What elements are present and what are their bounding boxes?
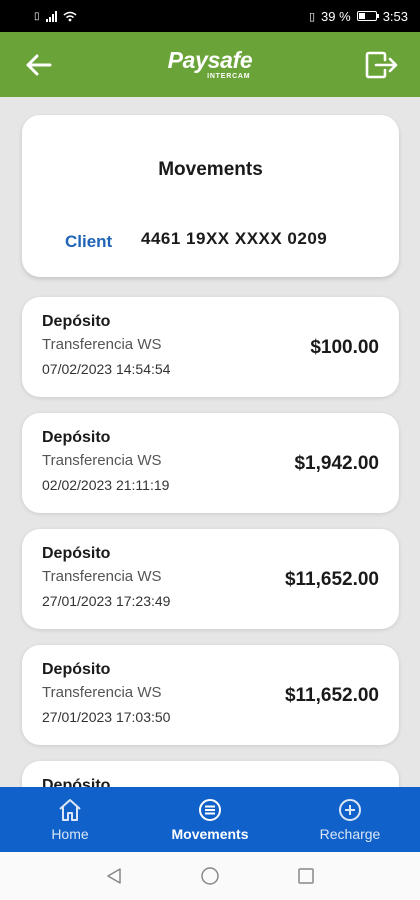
arrow-left-icon <box>26 54 52 75</box>
wifi-icon <box>63 11 76 21</box>
status-bar: ▯ ▯ 39 % 3:53 <box>0 0 420 32</box>
movement-description: Transferencia WS <box>42 336 162 353</box>
status-icons-right: ▯ 39 % 3:53 <box>309 9 408 24</box>
nav-home[interactable]: Home <box>0 787 140 852</box>
nav-movements-label: Movements <box>171 825 249 842</box>
status-icons-left: ▯ <box>34 10 77 22</box>
system-back-button[interactable] <box>101 863 127 889</box>
logo-text: Paysafe <box>167 47 253 73</box>
movements-content[interactable]: Movements Client 4461 19XX XXXX 0209 Dep… <box>0 97 420 787</box>
movement-item[interactable]: Depósito Transferencia WS 02/02/2023 21:… <box>22 413 399 513</box>
movement-item[interactable]: Depósito Transferencia WS 27/01/2023 17:… <box>22 645 399 745</box>
movement-date: 07/02/2023 14:54:54 <box>42 361 171 377</box>
back-button[interactable] <box>18 45 58 85</box>
nav-home-label: Home <box>51 825 89 842</box>
logout-icon <box>365 51 398 78</box>
list-circle-icon <box>199 798 221 821</box>
movement-item[interactable]: Depósito Transferencia WS 27/01/2023 17:… <box>22 529 399 629</box>
clock: 3:53 <box>382 8 408 24</box>
nav-movements[interactable]: Movements <box>140 787 280 852</box>
nav-recharge-label: Recharge <box>319 825 381 842</box>
system-home-button[interactable] <box>197 863 223 889</box>
system-nav-bar <box>0 852 420 900</box>
movement-type: Depósito <box>42 429 111 446</box>
movement-description: Transferencia WS <box>42 684 162 701</box>
plus-circle-icon <box>339 798 361 821</box>
movement-description: Transferencia WS <box>42 452 162 469</box>
battery-icon <box>356 11 379 21</box>
bottom-nav: Home Movements Recharge <box>0 787 420 852</box>
paysafe-logo: Paysafe INTERCAM <box>167 47 253 81</box>
battery-percent: 39 % <box>321 8 351 24</box>
square-recents-icon <box>298 868 314 884</box>
signal-icon <box>45 10 57 22</box>
page-title: Movements <box>158 159 263 180</box>
sim-icon: ▯ <box>34 10 40 22</box>
movement-item[interactable]: Depósito <box>22 761 399 787</box>
movement-type: Depósito <box>42 545 111 562</box>
circle-home-icon <box>201 867 219 885</box>
movement-date: 27/01/2023 17:23:49 <box>42 593 171 609</box>
vibrate-icon: ▯ <box>308 10 316 23</box>
movement-amount: $1,942.00 <box>294 453 379 474</box>
logout-button[interactable] <box>362 45 402 85</box>
system-recents-button[interactable] <box>293 863 319 889</box>
movement-description: Transferencia WS <box>42 568 162 585</box>
movement-type: Depósito <box>42 313 111 330</box>
app-header: Paysafe INTERCAM <box>0 32 420 97</box>
client-label: Client <box>65 232 113 251</box>
home-icon <box>59 798 81 821</box>
movement-item[interactable]: Depósito Transferencia WS 07/02/2023 14:… <box>22 297 399 397</box>
card-number: 4461 19XX XXXX 0209 <box>141 229 328 248</box>
logo-subtext: INTERCAM <box>207 73 251 80</box>
movement-amount: $11,652.00 <box>284 685 379 706</box>
movement-amount: $100.00 <box>310 337 379 358</box>
movement-type: Depósito <box>42 777 111 787</box>
movement-date: 02/02/2023 21:11:19 <box>42 477 170 493</box>
movement-date: 27/01/2023 17:03:50 <box>42 709 171 725</box>
nav-recharge[interactable]: Recharge <box>280 787 420 852</box>
account-card: Movements Client 4461 19XX XXXX 0209 <box>22 115 399 277</box>
triangle-back-icon <box>107 868 121 884</box>
movement-type: Depósito <box>42 661 111 678</box>
movement-amount: $11,652.00 <box>284 569 379 590</box>
